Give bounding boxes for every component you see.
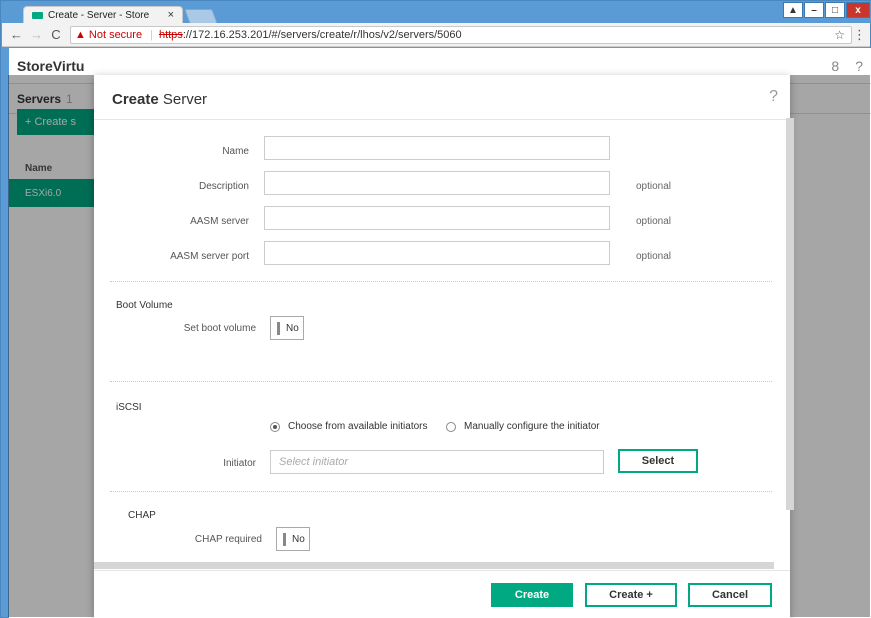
aasm-server-input[interactable] [264, 206, 610, 230]
radio-selected-icon [270, 421, 280, 432]
initiator-input[interactable]: Select initiator [270, 450, 604, 474]
app-brand: StoreVirtu [17, 57, 85, 74]
help-icon[interactable]: ? [769, 88, 778, 106]
dialog-footer: Create Create + Cancel [94, 570, 790, 618]
title-bar: Create - Server - Store × ▲ – □ x [1, 1, 871, 24]
maximize-icon[interactable]: □ [825, 2, 845, 18]
window-controls: ▲ – □ x [783, 2, 870, 18]
chap-toggle[interactable]: No [276, 527, 310, 551]
aasm-port-label: AASM server port [170, 251, 249, 262]
chap-required-label: CHAP required [194, 534, 262, 545]
app-help-icon[interactable]: ? [855, 58, 863, 74]
dialog-body: Name Description optional AASM server op… [94, 120, 778, 568]
dialog-header: Create Server ? [94, 75, 790, 120]
toggle-knob [277, 321, 280, 335]
chap-heading: CHAP [128, 510, 156, 521]
favicon-icon [32, 12, 43, 19]
iscsi-heading: iSCSI [116, 402, 142, 413]
url-scheme: https [158, 29, 183, 41]
browser-tab[interactable]: Create - Server - Store × [23, 6, 183, 24]
initiator-label: Initiator [223, 458, 256, 469]
radio-manual-initiator[interactable]: Manually configure the initiator [446, 421, 600, 432]
description-input[interactable] [264, 171, 610, 195]
aasm-server-optional: optional [636, 216, 672, 227]
tab-close-icon[interactable]: × [168, 9, 174, 21]
tab-title: Create - Server - Store [48, 10, 150, 21]
chap-value: No [292, 533, 305, 545]
select-initiator-button[interactable]: Select [618, 449, 698, 473]
description-optional: optional [636, 181, 672, 192]
create-button[interactable]: Create [491, 583, 573, 607]
aasm-port-optional: optional [636, 251, 672, 262]
browser-menu-icon[interactable]: ⋮ [853, 27, 866, 43]
boot-volume-value: No [286, 322, 299, 334]
boot-volume-toggle[interactable]: No [270, 316, 304, 340]
url-separator: | [150, 29, 153, 41]
radio-available-label: Choose from available initiators [288, 421, 428, 432]
divider [110, 281, 772, 282]
address-bar: ← → C ▲ Not secure | https ://172.16.253… [2, 23, 870, 47]
create-server-dialog: Create Server ? Name Description optiona… [94, 75, 790, 618]
initiator-placeholder: Select initiator [279, 456, 349, 468]
new-tab-button[interactable] [184, 9, 218, 24]
name-label: Name [222, 146, 249, 157]
cancel-button[interactable]: Cancel [688, 583, 772, 607]
bookmark-star-icon[interactable]: ☆ [834, 28, 845, 42]
user-icon[interactable]: 8 [831, 58, 839, 74]
toggle-knob [283, 532, 286, 546]
name-input[interactable] [264, 136, 610, 160]
url-field[interactable]: ▲ Not secure | https ://172.16.253.201/#… [70, 26, 852, 44]
not-secure-label[interactable]: Not secure [89, 29, 142, 41]
divider [110, 381, 772, 382]
aasm-port-input[interactable] [264, 241, 610, 265]
dialog-title: Create Server [112, 91, 208, 108]
url-path: ://172.16.253.201/#/servers/create/r/lho… [182, 29, 462, 41]
restore-down-icon[interactable]: ▲ [783, 2, 803, 18]
description-label: Description [198, 181, 249, 192]
set-boot-volume-label: Set boot volume [183, 323, 256, 334]
close-window-icon[interactable]: x [846, 2, 870, 18]
radio-available-initiators[interactable]: Choose from available initiators [270, 421, 428, 432]
forward-arrow-icon[interactable]: → [30, 27, 43, 42]
create-plus-button[interactable]: Create + [585, 583, 677, 607]
horizontal-scrollbar[interactable] [94, 562, 774, 569]
aasm-server-label: AASM server [190, 216, 249, 227]
vertical-scrollbar[interactable] [786, 118, 794, 510]
radio-unselected-icon [446, 421, 456, 432]
reload-icon[interactable]: C [50, 27, 62, 42]
divider [110, 491, 772, 492]
radio-manual-label: Manually configure the initiator [464, 421, 600, 432]
boot-volume-heading: Boot Volume [116, 300, 173, 311]
back-arrow-icon[interactable]: ← [10, 27, 23, 42]
warning-icon: ▲ [75, 29, 86, 41]
minimize-icon[interactable]: – [804, 2, 824, 18]
